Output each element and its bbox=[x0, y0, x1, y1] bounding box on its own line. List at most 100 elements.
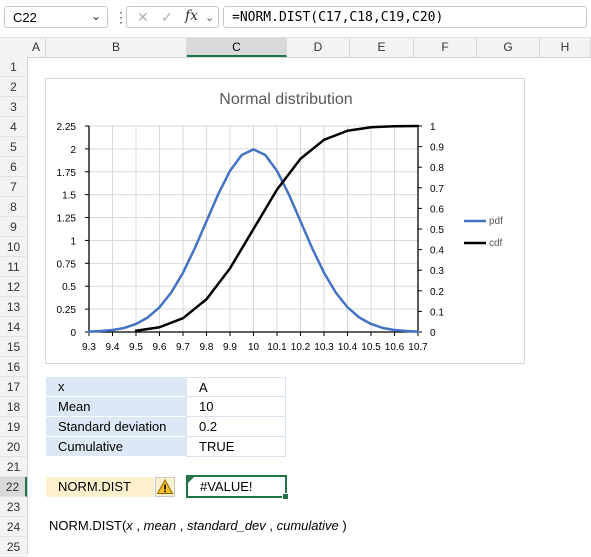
row-header[interactable]: 4 bbox=[0, 117, 27, 137]
column-header-d[interactable]: D bbox=[287, 38, 350, 57]
y-right-tick-label: 0.8 bbox=[430, 163, 444, 174]
formula-bar: C22 ⌄ ⋮ ✕ ✓ fx ⌄ =NORM.DIST(C17,C18,C19,… bbox=[0, 0, 591, 38]
syntax-separator: , bbox=[176, 518, 187, 533]
y-left-tick-label: 1.5 bbox=[62, 191, 76, 202]
x-tick-label: 9.4 bbox=[106, 342, 120, 353]
x-tick-label: 9.6 bbox=[153, 342, 167, 353]
y-right-tick-label: 0.3 bbox=[430, 266, 444, 277]
row-header[interactable]: 17 bbox=[0, 377, 27, 397]
row-header[interactable]: 15 bbox=[0, 337, 27, 357]
enter-check-icon[interactable]: ✓ bbox=[161, 9, 173, 26]
x-tick-label: 9.3 bbox=[82, 342, 96, 353]
row-header[interactable]: 13 bbox=[0, 297, 27, 317]
chevron-down-icon[interactable]: ⌄ bbox=[205, 11, 214, 24]
column-header-e[interactable]: E bbox=[350, 38, 414, 57]
row-header[interactable]: 2 bbox=[0, 77, 27, 97]
cancel-icon[interactable]: ✕ bbox=[137, 9, 149, 26]
x-tick-label: 10.1 bbox=[267, 342, 287, 353]
syntax-function-name: NORM.DIST( bbox=[49, 518, 127, 533]
x-tick-label: 9.9 bbox=[223, 342, 237, 353]
x-tick-label: 10 bbox=[248, 342, 260, 353]
error-indicator-triangle bbox=[188, 477, 194, 483]
column-header-f[interactable]: F bbox=[414, 38, 477, 57]
syntax-text: NORM.DIST(x , mean , standard_dev , cumu… bbox=[49, 518, 347, 533]
row-header[interactable]: 24 bbox=[0, 517, 27, 537]
row-header[interactable]: 18 bbox=[0, 397, 27, 417]
y-right-tick-label: 1 bbox=[430, 122, 436, 133]
row-header[interactable]: 23 bbox=[0, 497, 27, 517]
chevron-down-icon[interactable]: ⌄ bbox=[91, 9, 101, 23]
y-left-tick-label: 1 bbox=[70, 236, 76, 247]
row-header[interactable]: 14 bbox=[0, 317, 27, 337]
syntax-arg-cumulative: cumulative bbox=[276, 518, 339, 533]
x-tick-label: 10.7 bbox=[408, 342, 428, 353]
y-right-tick-label: 0 bbox=[430, 328, 436, 339]
fill-handle[interactable] bbox=[282, 493, 289, 500]
row-header[interactable]: 12 bbox=[0, 277, 27, 297]
y-right-tick-label: 0.1 bbox=[430, 307, 444, 318]
formula-buttons: ✕ ✓ fx ⌄ bbox=[126, 6, 219, 28]
row-headers: 1 2 3 4 5 6 7 8 9 10 11 12 13 14 15 16 1… bbox=[0, 57, 28, 557]
label-standard-deviation[interactable]: Standard deviation bbox=[46, 417, 187, 437]
row-header[interactable]: 8 bbox=[0, 197, 27, 217]
function-name-cell[interactable]: NORM.DIST bbox=[46, 477, 154, 497]
row-header[interactable]: 25 bbox=[0, 537, 27, 557]
column-header-a[interactable]: A bbox=[27, 38, 46, 57]
y-right-tick-label: 0.5 bbox=[430, 225, 444, 236]
column-header-h[interactable]: H bbox=[540, 38, 591, 57]
row-header[interactable]: 7 bbox=[0, 177, 27, 197]
selected-cell-c22[interactable]: #VALUE! bbox=[186, 475, 289, 500]
value-standard-deviation[interactable]: 0.2 bbox=[186, 417, 286, 437]
y-right-tick-label: 0.4 bbox=[430, 246, 444, 257]
formula-text: =NORM.DIST(C17,C18,C19,C20) bbox=[232, 10, 444, 25]
name-box-value: C22 bbox=[13, 10, 37, 25]
row-header[interactable]: 11 bbox=[0, 257, 27, 277]
error-warning-button[interactable] bbox=[155, 477, 175, 497]
value-x[interactable]: A bbox=[186, 377, 286, 397]
row-header[interactable]: 16 bbox=[0, 357, 27, 377]
formula-input[interactable]: =NORM.DIST(C17,C18,C19,C20) bbox=[223, 6, 587, 28]
row-header[interactable]: 3 bbox=[0, 97, 27, 117]
row-header[interactable]: 6 bbox=[0, 157, 27, 177]
name-box[interactable]: C22 ⌄ bbox=[4, 6, 108, 28]
y-left-tick-label: 0.25 bbox=[57, 305, 77, 316]
column-header-b[interactable]: B bbox=[46, 38, 187, 57]
value-cumulative[interactable]: TRUE bbox=[186, 437, 286, 457]
label-mean[interactable]: Mean bbox=[46, 397, 187, 417]
syntax-close-paren: ) bbox=[338, 518, 347, 533]
x-tick-label: 9.8 bbox=[200, 342, 214, 353]
column-headers: A B C D E F G H bbox=[0, 38, 591, 58]
y-left-tick-label: 0.5 bbox=[62, 282, 76, 293]
x-tick-label: 9.7 bbox=[176, 342, 190, 353]
label-x[interactable]: x bbox=[46, 377, 187, 397]
x-tick-label: 10.5 bbox=[361, 342, 381, 353]
chart-title: Normal distribution bbox=[219, 91, 352, 108]
insert-function-button[interactable]: fx bbox=[185, 8, 198, 24]
row-header[interactable]: 9 bbox=[0, 217, 27, 237]
y-right-tick-label: 0.6 bbox=[430, 204, 444, 215]
row-header[interactable]: 21 bbox=[0, 457, 27, 477]
y-left-tick-label: 1.75 bbox=[57, 168, 77, 179]
y-right-tick-label: 0.7 bbox=[430, 184, 444, 195]
y-right-tick-label: 0.9 bbox=[430, 143, 444, 154]
syntax-separator: , bbox=[265, 518, 277, 533]
row-header[interactable]: 19 bbox=[0, 417, 27, 437]
chart-area[interactable]: Normal distribution 0 0.25 0.5 0.75 1 1.25 1.5 1… bbox=[45, 78, 525, 364]
y-left-tick-label: 0 bbox=[70, 328, 76, 339]
x-tick-label: 10.2 bbox=[291, 342, 311, 353]
value-mean[interactable]: 10 bbox=[186, 397, 286, 417]
row-header[interactable]: 5 bbox=[0, 137, 27, 157]
column-header-c[interactable]: C bbox=[187, 38, 287, 57]
row-header-selected[interactable]: 22 bbox=[0, 477, 27, 497]
result-value: #VALUE! bbox=[200, 479, 253, 494]
column-header-g[interactable]: G bbox=[477, 38, 540, 57]
syntax-arg-standard-dev: standard_dev bbox=[187, 518, 266, 533]
x-tick-label: 10.3 bbox=[314, 342, 334, 353]
row-header[interactable]: 10 bbox=[0, 237, 27, 257]
y-left-tick-label: 2 bbox=[70, 145, 76, 156]
legend-label-cdf: cdf bbox=[489, 238, 503, 249]
row-header[interactable]: 1 bbox=[0, 57, 27, 77]
label-cumulative[interactable]: Cumulative bbox=[46, 437, 187, 457]
y-left-tick-label: 2.25 bbox=[57, 122, 77, 133]
row-header[interactable]: 20 bbox=[0, 437, 27, 457]
